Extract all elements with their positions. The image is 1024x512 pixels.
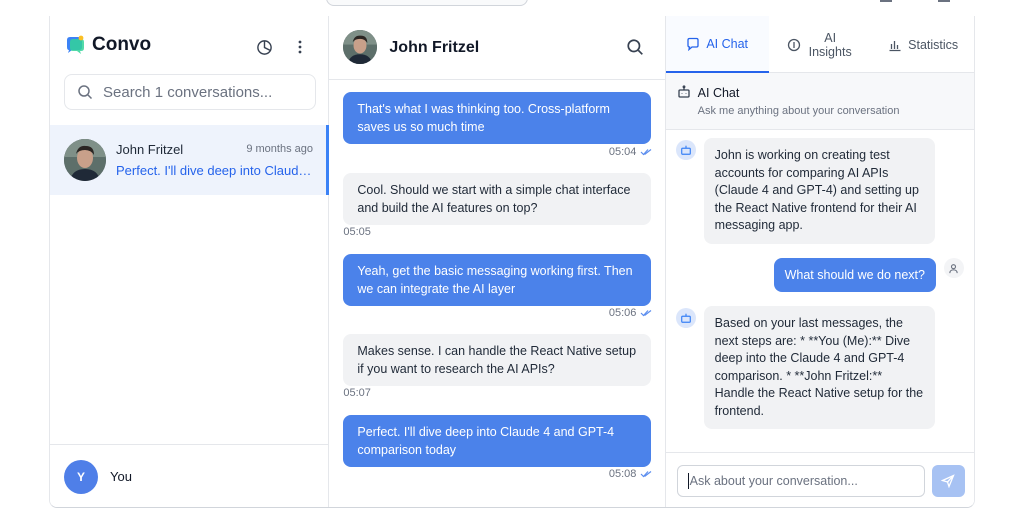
ai-chat-subtitle: Ask me anything about your conversation: [697, 105, 900, 117]
tab-label: Statistics: [908, 37, 959, 52]
tab-ai-insights[interactable]: AI Insights: [769, 16, 872, 73]
ai-chat-title: AI Chat: [697, 86, 740, 100]
send-icon: [941, 474, 955, 488]
contact-avatar: [64, 139, 106, 181]
sidebar: Convo Search 1 conversations... John Fri…: [50, 16, 330, 507]
message-timestamp: 05:05: [343, 226, 371, 238]
search-input[interactable]: Search 1 conversations...: [64, 74, 316, 110]
message-time: 05:05: [343, 226, 371, 238]
double-check-icon: [640, 471, 652, 478]
more-options-button[interactable]: [288, 35, 312, 59]
ai-message: John is working on creating test account…: [703, 138, 935, 244]
tab-statistics[interactable]: Statistics: [872, 16, 974, 73]
search-icon: [627, 39, 644, 55]
more-vertical-icon: [298, 40, 302, 54]
tab-label: AI Insights: [808, 30, 852, 59]
chat-search-button[interactable]: [626, 38, 646, 58]
bot-avatar-icon: [675, 308, 696, 328]
toolbar-icon[interactable]: [880, 0, 892, 2]
user-avatar-icon: [943, 258, 964, 278]
search-placeholder: Search 1 conversations...: [103, 83, 273, 101]
current-user[interactable]: Y You: [50, 444, 329, 507]
conversation-time: 9 months ago: [246, 143, 313, 155]
input-placeholder: Ask about your conversation...: [689, 474, 858, 488]
message-outgoing: That's what I was thinking too. Cross-pl…: [343, 92, 652, 144]
message-incoming: Cool. Should we start with a simple chat…: [343, 173, 652, 225]
message-timestamp: 05:06: [609, 307, 653, 319]
tab-label: AI Chat: [706, 36, 748, 51]
message-timestamp: 05:07: [343, 387, 371, 399]
app-window: Convo Search 1 conversations... John Fri…: [49, 16, 975, 508]
message-timestamp: 05:04: [609, 146, 653, 158]
stats-pie-button[interactable]: [252, 35, 276, 59]
message-time: 05:08: [608, 468, 637, 480]
message-incoming: Makes sense. I can handle the React Nati…: [343, 334, 652, 386]
bot-icon: [677, 85, 691, 104]
conversation-preview: Perfect. I'll dive deep into Claude...: [116, 163, 316, 178]
text-caret: [687, 473, 689, 489]
chat-panel: John Fritzel That's what I was thinking …: [329, 16, 667, 507]
user-avatar: Y: [64, 460, 98, 494]
info-circle-icon: [787, 38, 801, 52]
chat-contact-name: John Fritzel: [389, 39, 480, 56]
bar-chart-icon: [888, 38, 902, 52]
message-list: That's what I was thinking too. Cross-pl…: [329, 81, 666, 507]
ai-message: Based on your last messages, the next st…: [703, 306, 935, 429]
address-bar[interactable]: [326, 0, 528, 6]
tab-ai-chat[interactable]: AI Chat: [665, 16, 769, 73]
user-name: You: [110, 469, 132, 484]
assistant-panel: AI Chat AI Insights Statistics AI Chat A…: [665, 16, 974, 507]
assistant-tabs: AI Chat AI Insights Statistics: [665, 16, 974, 73]
ai-composer: Ask about your conversation...: [665, 452, 974, 507]
double-check-icon: [640, 149, 652, 156]
brand: Convo: [64, 34, 151, 56]
message-time: 05:04: [608, 146, 637, 158]
chat-header: John Fritzel: [329, 16, 667, 80]
message-time: 05:07: [343, 387, 371, 399]
message-outgoing: Yeah, get the basic messaging working fi…: [343, 254, 652, 306]
ai-question-input[interactable]: Ask about your conversation...: [676, 465, 925, 497]
double-check-icon: [640, 310, 652, 317]
app-name: Convo: [92, 34, 152, 55]
message-time: 05:06: [608, 307, 637, 319]
chat-bubble-icon: [686, 37, 700, 51]
toolbar-icon[interactable]: [938, 0, 950, 2]
send-button[interactable]: [931, 465, 965, 497]
ai-chat-header: AI Chat Ask me anything about your conve…: [665, 73, 974, 130]
search-icon: [78, 85, 93, 100]
bot-avatar-icon: [675, 140, 696, 160]
contact-avatar: [343, 30, 378, 64]
user-question: What should we do next?: [773, 258, 936, 292]
conversation-name: John Fritzel: [116, 142, 184, 157]
message-outgoing: Perfect. I'll dive deep into Claude 4 an…: [343, 415, 652, 467]
browser-top-strip: [0, 0, 1024, 16]
chat-logo-icon: [64, 34, 86, 56]
conversation-item[interactable]: John Fritzel 9 months ago Perfect. I'll …: [50, 125, 329, 195]
message-timestamp: 05:08: [609, 468, 653, 480]
pie-chart-icon: [256, 39, 272, 55]
